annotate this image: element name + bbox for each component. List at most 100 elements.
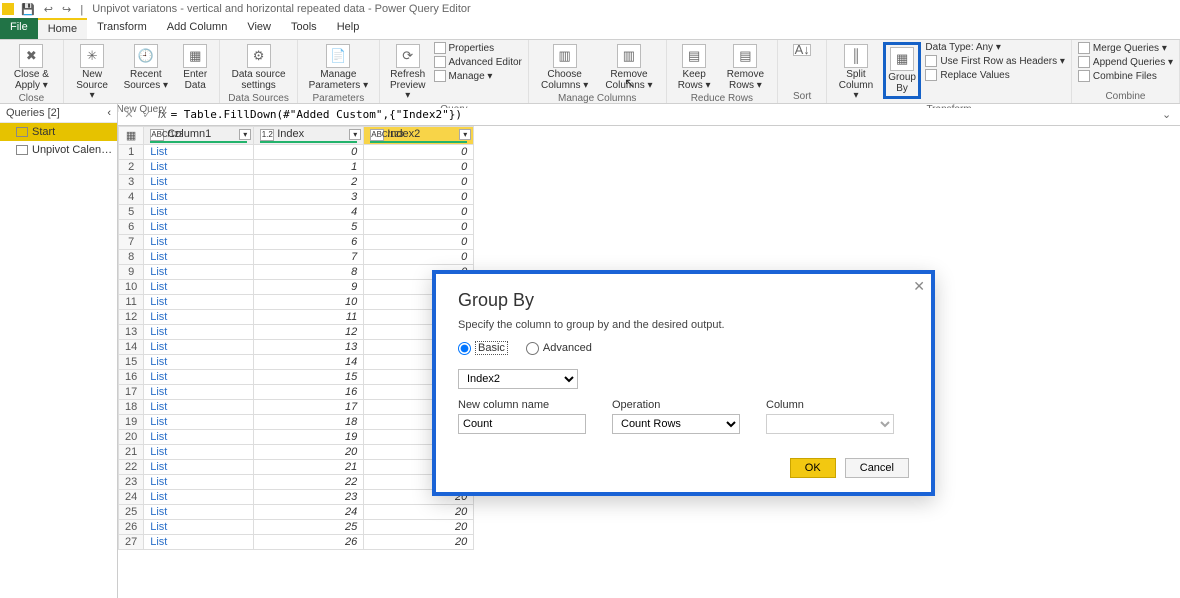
recent-sources-button[interactable]: 🕘Recent Sources ▾	[119, 42, 174, 93]
table-row[interactable]: 19List180	[119, 415, 474, 430]
query-unpivot-calendar[interactable]: Unpivot Calendar to T…	[0, 141, 117, 159]
remove-rows-button[interactable]: ▤Remove Rows ▾	[720, 42, 771, 93]
table-row[interactable]: 16List150	[119, 370, 474, 385]
menu-home[interactable]: Home	[38, 18, 87, 39]
formula-dropdown-icon[interactable]: ⌄	[1162, 108, 1176, 121]
cell-index[interactable]: 15	[254, 370, 364, 385]
properties-button[interactable]: Properties	[434, 42, 522, 54]
row-number[interactable]: 8	[119, 250, 144, 265]
filter-icon[interactable]: ▾	[459, 129, 471, 140]
cell-index2[interactable]: 0	[364, 235, 474, 250]
table-row[interactable]: 27List2620	[119, 535, 474, 550]
row-number[interactable]: 19	[119, 415, 144, 430]
cell-index[interactable]: 9	[254, 280, 364, 295]
cell-index2[interactable]: 0	[364, 145, 474, 160]
cell-index2[interactable]: 20	[364, 535, 474, 550]
undo-icon[interactable]: ↩	[41, 4, 56, 16]
table-row[interactable]: 26List2520	[119, 520, 474, 535]
menu-view[interactable]: View	[237, 18, 281, 39]
table-row[interactable]: 15List140	[119, 355, 474, 370]
cell-column1[interactable]: List	[144, 415, 254, 430]
cell-column1[interactable]: List	[144, 175, 254, 190]
cell-index[interactable]: 16	[254, 385, 364, 400]
cell-column1[interactable]: List	[144, 430, 254, 445]
menu-add-column[interactable]: Add Column	[157, 18, 238, 39]
table-row[interactable]: 13List120	[119, 325, 474, 340]
cell-column1[interactable]: List	[144, 205, 254, 220]
advanced-editor-button[interactable]: Advanced Editor	[434, 56, 522, 68]
cell-column1[interactable]: List	[144, 475, 254, 490]
cancel-button[interactable]: Cancel	[845, 458, 909, 478]
row-number[interactable]: 21	[119, 445, 144, 460]
new-source-button[interactable]: ✳New Source ▾	[70, 42, 115, 104]
table-row[interactable]: 4List30	[119, 190, 474, 205]
cell-index2[interactable]: 0	[364, 175, 474, 190]
query-start[interactable]: Start	[0, 123, 117, 141]
row-number[interactable]: 16	[119, 370, 144, 385]
save-icon[interactable]: 💾	[18, 4, 38, 16]
cell-column1[interactable]: List	[144, 370, 254, 385]
cell-column1[interactable]: List	[144, 235, 254, 250]
table-row[interactable]: 5List40	[119, 205, 474, 220]
keep-rows-button[interactable]: ▤Keep Rows ▾	[673, 42, 716, 93]
row-number[interactable]: 18	[119, 400, 144, 415]
cell-index[interactable]: 21	[254, 460, 364, 475]
row-number[interactable]: 20	[119, 430, 144, 445]
column-select[interactable]	[766, 414, 894, 434]
cell-index[interactable]: 6	[254, 235, 364, 250]
row-number[interactable]: 14	[119, 340, 144, 355]
cell-column1[interactable]: List	[144, 355, 254, 370]
data-type-button[interactable]: Data Type: Any ▾	[925, 42, 1065, 53]
cell-index2[interactable]: 0	[364, 250, 474, 265]
cell-index[interactable]: 1	[254, 160, 364, 175]
groupby-column-select[interactable]: Index2	[458, 369, 578, 389]
cell-index[interactable]: 18	[254, 415, 364, 430]
new-column-input[interactable]	[458, 414, 586, 434]
cell-column1[interactable]: List	[144, 400, 254, 415]
table-row[interactable]: 22List2120	[119, 460, 474, 475]
split-column-button[interactable]: ║Split Column ▾	[833, 42, 879, 104]
merge-queries-button[interactable]: Merge Queries ▾	[1078, 42, 1173, 54]
table-row[interactable]: 1List00	[119, 145, 474, 160]
col-header-Index[interactable]: 1.2Index▾	[254, 127, 364, 145]
cell-index2[interactable]: 20	[364, 520, 474, 535]
filter-icon[interactable]: ▾	[349, 129, 361, 140]
radio-advanced[interactable]: Advanced	[526, 341, 592, 355]
cell-index2[interactable]: 20	[364, 505, 474, 520]
table-row[interactable]: 6List50	[119, 220, 474, 235]
queries-collapse-icon[interactable]: ‹	[107, 107, 111, 119]
menu-tools[interactable]: Tools	[281, 18, 327, 39]
cell-index[interactable]: 12	[254, 325, 364, 340]
row-number[interactable]: 11	[119, 295, 144, 310]
manage-button[interactable]: Manage ▾	[434, 70, 522, 82]
row-number[interactable]: 5	[119, 205, 144, 220]
row-number[interactable]: 2	[119, 160, 144, 175]
table-row[interactable]: 3List20	[119, 175, 474, 190]
row-number[interactable]: 15	[119, 355, 144, 370]
cell-index[interactable]: 13	[254, 340, 364, 355]
formula-input[interactable]	[171, 108, 1158, 121]
group-by-button[interactable]: ▦Group By	[883, 42, 922, 99]
cell-column1[interactable]: List	[144, 220, 254, 235]
formula-confirm-icon[interactable]: ✓	[140, 108, 154, 121]
grid-corner[interactable]: ▦	[119, 127, 144, 145]
cell-column1[interactable]: List	[144, 325, 254, 340]
row-number[interactable]: 23	[119, 475, 144, 490]
cell-column1[interactable]: List	[144, 490, 254, 505]
table-row[interactable]: 18List170	[119, 400, 474, 415]
use-first-row-button[interactable]: Use First Row as Headers ▾	[925, 55, 1065, 67]
cell-column1[interactable]: List	[144, 145, 254, 160]
cell-column1[interactable]: List	[144, 265, 254, 280]
cell-index[interactable]: 4	[254, 205, 364, 220]
table-row[interactable]: 12List110	[119, 310, 474, 325]
cell-index2[interactable]: 0	[364, 160, 474, 175]
col-header-Index2[interactable]: ABC/123Index2▾	[364, 127, 474, 145]
choose-columns-button[interactable]: ▥Choose Columns ▾	[535, 42, 594, 93]
enter-data-button[interactable]: ▦Enter Data	[177, 42, 213, 93]
row-number[interactable]: 6	[119, 220, 144, 235]
menu-transform[interactable]: Transform	[87, 18, 157, 39]
cell-column1[interactable]: List	[144, 190, 254, 205]
table-row[interactable]: 11List100	[119, 295, 474, 310]
table-row[interactable]: 25List2420	[119, 505, 474, 520]
cell-index[interactable]: 10	[254, 295, 364, 310]
